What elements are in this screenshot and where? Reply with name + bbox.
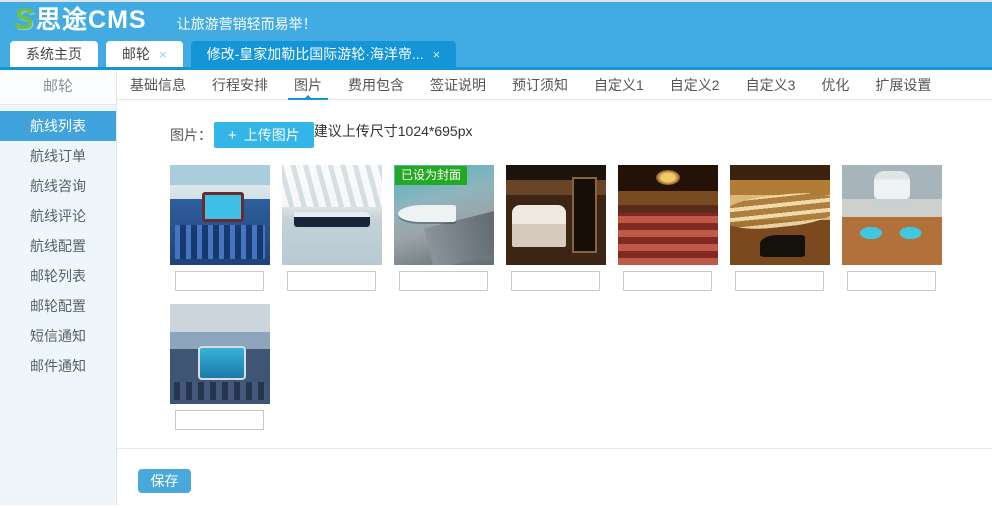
- tab-visa-info[interactable]: 签证说明: [417, 70, 499, 99]
- body: 邮轮 航线列表 航线订单 航线咨询 航线评论 航线配置 邮轮列表 邮轮配置 短信…: [0, 70, 992, 505]
- tab-basic-info[interactable]: 基础信息: [117, 70, 199, 99]
- logo-s-icon: S: [14, 5, 34, 35]
- tab-label: 签证说明: [430, 77, 486, 93]
- image-caption-input[interactable]: [623, 271, 712, 291]
- logo: S 思途CMS: [14, 5, 147, 35]
- sidebar-title: 邮轮: [0, 70, 116, 105]
- upload-row: 图片： + 上传图片 建议上传尺寸1024*695px: [170, 122, 972, 148]
- app-header: S 思途CMS 让旅游营销轻而易举！: [0, 2, 992, 38]
- cruise-image-thumbnail[interactable]: [506, 165, 606, 265]
- save-button[interactable]: 保存: [138, 469, 191, 493]
- image-caption-input[interactable]: [175, 271, 264, 291]
- sidebar-item-sms-notify[interactable]: 短信通知: [0, 321, 116, 351]
- cruise-image-thumbnail[interactable]: [730, 165, 830, 265]
- sidebar-item-route-inquiries[interactable]: 航线咨询: [0, 171, 116, 201]
- edit-tabs: 基础信息 行程安排 图片 费用包含 签证说明 预订须知 自定义1 自定义2 自定…: [117, 70, 992, 100]
- sidebar: 邮轮 航线列表 航线订单 航线咨询 航线评论 航线配置 邮轮列表 邮轮配置 短信…: [0, 70, 117, 505]
- cruise-image-thumbnail[interactable]: [842, 165, 942, 265]
- tab-custom-1[interactable]: 自定义1: [581, 70, 657, 99]
- window-tab-home[interactable]: 系统主页: [10, 41, 98, 67]
- image-gallery: 已设为封面: [170, 165, 960, 430]
- footer-bar: 保存: [117, 448, 992, 493]
- tab-label: 自定义1: [594, 77, 644, 93]
- tab-label: 图片: [294, 77, 322, 93]
- tab-label: 费用包含: [348, 77, 404, 93]
- plus-icon: +: [228, 128, 237, 143]
- image-card: [618, 165, 719, 291]
- cruise-image-thumbnail[interactable]: [170, 165, 270, 265]
- tab-fees-included[interactable]: 费用包含: [335, 70, 417, 99]
- tab-itinerary[interactable]: 行程安排: [199, 70, 281, 99]
- main-panel: 基础信息 行程安排 图片 费用包含 签证说明 预订须知 自定义1 自定义2 自定…: [117, 70, 992, 505]
- tab-extended-settings[interactable]: 扩展设置: [862, 70, 944, 99]
- image-card: [730, 165, 831, 291]
- active-tab-caret-icon: [303, 95, 313, 100]
- images-tab-content: 图片： + 上传图片 建议上传尺寸1024*695px: [117, 100, 992, 430]
- tab-custom-2[interactable]: 自定义2: [657, 70, 733, 99]
- sidebar-item-route-orders[interactable]: 航线订单: [0, 141, 116, 171]
- tab-label: 行程安排: [212, 77, 268, 93]
- image-caption-input[interactable]: [847, 271, 936, 291]
- tab-label: 优化: [821, 77, 849, 93]
- image-caption-input[interactable]: [175, 410, 264, 430]
- close-icon[interactable]: ×: [159, 48, 167, 61]
- cruise-image-thumbnail[interactable]: [282, 165, 382, 265]
- tab-label: 扩展设置: [875, 77, 931, 93]
- sidebar-item-route-list[interactable]: 航线列表: [0, 111, 116, 141]
- image-card: 已设为封面: [394, 165, 495, 291]
- cruise-image-thumbnail[interactable]: [618, 165, 718, 265]
- upload-size-hint: 建议上传尺寸1024*695px: [314, 123, 473, 140]
- window-tab-label: 邮轮: [122, 44, 150, 64]
- sidebar-item-cruise-config[interactable]: 邮轮配置: [0, 291, 116, 321]
- window-tab-label: 系统主页: [26, 44, 82, 64]
- image-caption-input[interactable]: [287, 271, 376, 291]
- cruise-image-thumbnail[interactable]: [170, 304, 270, 404]
- cover-badge: 已设为封面: [395, 166, 467, 185]
- image-card: [842, 165, 943, 291]
- tab-images[interactable]: 图片: [281, 70, 335, 99]
- sidebar-item-email-notify[interactable]: 邮件通知: [0, 351, 116, 381]
- image-card: [170, 304, 271, 430]
- tab-label: 自定义2: [670, 77, 720, 93]
- logo-text: 思途CMS: [36, 5, 147, 35]
- tab-label: 预订须知: [512, 77, 568, 93]
- window-tab-cruise[interactable]: 邮轮 ×: [106, 41, 183, 67]
- tab-booking-notes[interactable]: 预订须知: [499, 70, 581, 99]
- window-tabbar: 系统主页 邮轮 × 修改-皇家加勒比国际游轮·海洋帝... ×: [0, 38, 992, 70]
- window-tab-label: 修改-皇家加勒比国际游轮·海洋帝...: [207, 44, 424, 64]
- tab-label: 自定义3: [746, 77, 796, 93]
- sidebar-item-route-comments[interactable]: 航线评论: [0, 201, 116, 231]
- image-caption-input[interactable]: [511, 271, 600, 291]
- tagline: 让旅游营销轻而易举！: [177, 14, 317, 34]
- close-icon[interactable]: ×: [433, 48, 441, 61]
- cruise-image-thumbnail[interactable]: 已设为封面: [394, 165, 494, 265]
- image-card: [506, 165, 607, 291]
- images-field-label: 图片：: [170, 122, 212, 148]
- window-tab-edit-cruise[interactable]: 修改-皇家加勒比国际游轮·海洋帝... ×: [191, 41, 457, 67]
- sidebar-item-route-config[interactable]: 航线配置: [0, 231, 116, 261]
- sidebar-item-cruise-list[interactable]: 邮轮列表: [0, 261, 116, 291]
- image-caption-input[interactable]: [399, 271, 488, 291]
- app-root: S 思途CMS 让旅游营销轻而易举！ 系统主页 邮轮 × 修改-皇家加勒比国际游…: [0, 0, 992, 508]
- image-card: [282, 165, 383, 291]
- upload-images-button[interactable]: + 上传图片: [214, 122, 314, 148]
- image-card: [170, 165, 271, 291]
- image-caption-input[interactable]: [735, 271, 824, 291]
- tab-custom-3[interactable]: 自定义3: [733, 70, 809, 99]
- tab-label: 基础信息: [130, 77, 186, 93]
- upload-button-label: 上传图片: [244, 125, 300, 145]
- tab-seo[interactable]: 优化: [808, 70, 862, 99]
